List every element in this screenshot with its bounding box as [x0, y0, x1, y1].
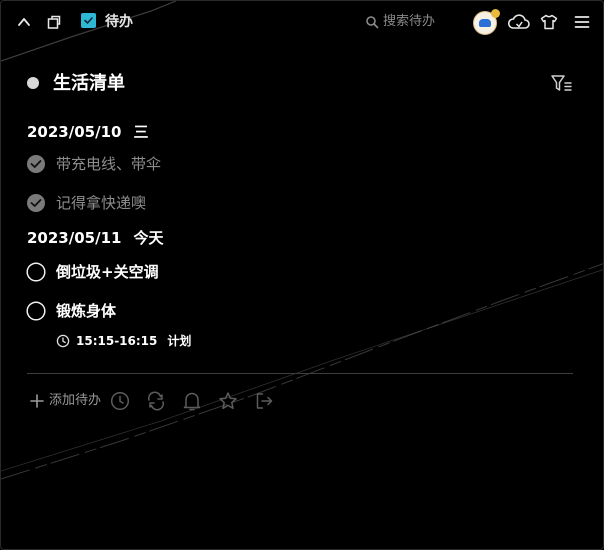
export-icon: [256, 393, 273, 409]
add-todo-label: 添加待办: [49, 393, 102, 408]
date-header: 2023/05/10 三: [27, 122, 148, 142]
todo-schedule[interactable]: 15:15-16:15 计划: [56, 333, 191, 349]
theme-button[interactable]: [538, 11, 560, 33]
list-color-dot: [27, 77, 39, 89]
todo-checkbox-checked[interactable]: [25, 153, 47, 175]
circle-icon: [26, 301, 46, 321]
search-icon: [366, 16, 379, 29]
todo-checkbox[interactable]: [25, 300, 47, 322]
tshirt-icon: [540, 14, 558, 30]
move-to-list-button[interactable]: [253, 390, 275, 412]
collapse-button[interactable]: [13, 11, 35, 33]
cloud-sync-button[interactable]: [506, 11, 532, 33]
todo-item: 带充电线、带伞: [25, 152, 161, 176]
app-title: 待办: [105, 14, 133, 30]
todo-checkbox[interactable]: [25, 261, 47, 283]
todo-item: 倒垃圾+关空调: [25, 260, 159, 284]
check-circle-icon: [27, 194, 45, 212]
todo-checkbox-checked[interactable]: [25, 192, 47, 214]
weekday-text: 今天: [133, 229, 164, 247]
avatar-badge: [491, 9, 500, 18]
menu-icon: [574, 16, 590, 28]
todo-text[interactable]: 锻炼身体: [56, 301, 116, 321]
todo-text[interactable]: 倒垃圾+关空调: [56, 262, 159, 282]
todo-text[interactable]: 带充电线、带伞: [56, 154, 161, 174]
clock-icon: [56, 334, 70, 348]
app-window: 待办 搜索待办 生活清单 2023/05/10 三 带充电线、带伞 记得拿快递噢…: [0, 0, 604, 550]
weekday-text: 三: [133, 123, 149, 141]
window-icon: [47, 15, 61, 29]
todo-text[interactable]: 记得拿快递噢: [56, 193, 146, 213]
schedule-time: 15:15-16:15: [76, 334, 158, 348]
clock-icon: [110, 391, 130, 411]
star-icon: [219, 392, 237, 410]
cloud-sync-icon: [507, 14, 530, 29]
add-todo-button[interactable]: 添加待办: [29, 392, 101, 410]
plus-icon: [30, 394, 44, 408]
title-bar: 待办 搜索待办: [1, 1, 603, 45]
date-text: 2023/05/11: [27, 229, 122, 247]
add-todo-bar: 添加待办: [29, 390, 275, 412]
avatar-figure: [479, 19, 491, 27]
repeat-button[interactable]: [145, 390, 167, 412]
filter-button[interactable]: [550, 73, 574, 95]
schedule-tag: 计划: [167, 334, 192, 348]
reminder-button[interactable]: [181, 390, 203, 412]
app-logo-icon: [81, 13, 96, 28]
search-placeholder: 搜索待办: [383, 14, 436, 29]
todo-item: 记得拿快递噢: [25, 191, 146, 215]
todo-item: 锻炼身体: [25, 299, 116, 323]
avatar[interactable]: [473, 9, 500, 35]
chevron-up-icon: [18, 18, 30, 26]
divider: [27, 373, 573, 374]
star-button[interactable]: [217, 390, 239, 412]
date-header: 2023/05/11 今天: [27, 228, 163, 248]
check-circle-icon: [27, 155, 45, 173]
date-text: 2023/05/10: [27, 123, 122, 141]
list-title: 生活清单: [53, 73, 125, 94]
bell-icon: [183, 392, 201, 411]
search-input[interactable]: 搜索待办: [365, 12, 451, 32]
menu-button[interactable]: [571, 11, 593, 33]
circle-icon: [26, 262, 46, 282]
set-time-button[interactable]: [109, 390, 131, 412]
repeat-icon: [148, 391, 165, 411]
filter-icon: [551, 75, 572, 91]
window-mode-button[interactable]: [43, 11, 65, 33]
